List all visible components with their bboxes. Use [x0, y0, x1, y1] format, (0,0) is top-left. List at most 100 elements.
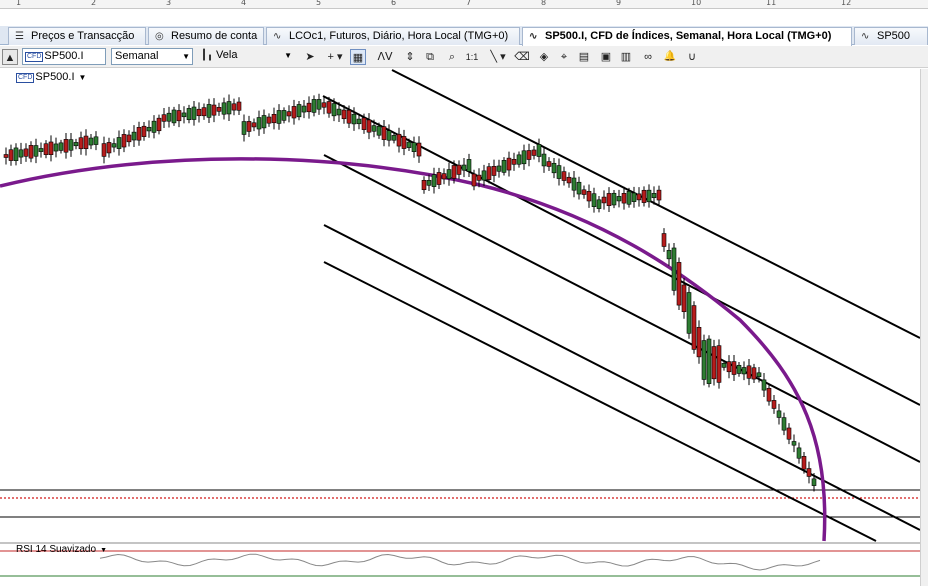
candle-body — [586, 191, 592, 202]
candle-body — [266, 116, 272, 124]
candle-body — [576, 181, 582, 195]
candle-body — [421, 179, 427, 191]
candle-body — [416, 142, 422, 157]
candle-body — [256, 117, 262, 130]
candle-body — [531, 149, 537, 156]
candle-body — [521, 150, 527, 165]
candle-body — [761, 379, 767, 391]
candle-body — [751, 367, 757, 380]
chart-symbol-text: SP500.I — [35, 71, 75, 83]
candle-body — [231, 103, 237, 111]
channel-line — [323, 224, 921, 531]
candle-body — [431, 174, 437, 187]
candle-body — [33, 145, 39, 157]
candle-body — [216, 107, 222, 112]
candle-body — [776, 410, 782, 418]
candle-body — [426, 180, 432, 186]
candle-body — [281, 110, 287, 121]
candle-body — [676, 262, 682, 306]
candle-body — [631, 192, 637, 202]
candle-body — [371, 125, 377, 132]
candle-body — [171, 109, 177, 124]
candle-body — [136, 127, 142, 141]
candle-body — [801, 456, 807, 470]
chevron-down-icon: ▼ — [100, 547, 107, 554]
candle-body — [211, 104, 217, 116]
candle-body — [43, 143, 49, 155]
cfd-badge: CFD — [16, 73, 35, 83]
candle-body — [551, 162, 557, 174]
rsi-label[interactable]: RSI 14 Suavizado ▼ — [16, 544, 107, 555]
candle-body — [126, 134, 132, 143]
candle-body — [121, 134, 127, 148]
candle-body — [48, 141, 54, 155]
candle-body — [38, 148, 44, 152]
candle-body — [501, 160, 507, 173]
candle-body — [481, 170, 487, 181]
candle-body — [78, 137, 84, 150]
candle-body — [176, 110, 182, 122]
candle-body — [361, 117, 367, 130]
candle-body — [456, 164, 462, 175]
candle-body — [491, 166, 497, 176]
candle-body — [366, 119, 372, 133]
candle-body — [236, 101, 242, 111]
candle-body — [346, 109, 352, 124]
candle-body — [581, 189, 587, 195]
candle-body — [461, 164, 467, 171]
candle-body — [736, 364, 742, 374]
candle-body — [196, 108, 202, 117]
candle-body — [441, 173, 447, 180]
candle-body — [241, 121, 247, 135]
candle-body — [806, 468, 812, 477]
candle-body — [381, 126, 387, 140]
chevron-down-icon[interactable]: ▼ — [79, 73, 87, 82]
candle-body — [73, 142, 79, 147]
candle-body — [756, 372, 762, 377]
candle-body — [276, 110, 282, 124]
candle-body — [791, 441, 797, 446]
chart-symbol-label: CFD SP500.I ▼ — [16, 71, 86, 83]
candle-body — [23, 148, 29, 157]
candle-body — [571, 177, 577, 191]
candle-body — [286, 111, 292, 117]
candle-body — [166, 112, 172, 122]
candle-body — [556, 165, 562, 179]
vertical-scrollbar[interactable] — [920, 69, 928, 586]
candle-body — [301, 105, 307, 113]
candle-body — [706, 338, 712, 384]
candle-body — [746, 365, 752, 379]
candle-body — [716, 345, 722, 383]
candle-body — [406, 141, 412, 148]
candle-body — [506, 157, 512, 171]
channel-line — [323, 261, 877, 542]
candle-body — [661, 233, 667, 247]
candle-body — [451, 165, 457, 179]
candle-body — [401, 136, 407, 149]
candle-body — [386, 130, 392, 141]
candle-body — [13, 147, 19, 161]
candle-body — [606, 193, 612, 206]
candle-body — [591, 193, 597, 207]
candle-body — [356, 118, 362, 125]
candle-body — [636, 193, 642, 201]
candle-body — [311, 99, 317, 113]
candle-body — [246, 121, 252, 132]
candle-body — [321, 102, 327, 108]
candle-body — [616, 196, 622, 202]
candle-body — [53, 143, 59, 152]
candle-body — [641, 189, 647, 203]
candle-body — [701, 340, 707, 380]
candle-body — [93, 136, 99, 145]
candle-body — [436, 172, 442, 185]
candle-body — [646, 189, 652, 203]
candle-body — [651, 193, 657, 199]
candle-body — [261, 115, 267, 129]
candle-body — [486, 166, 492, 180]
candle-body — [106, 142, 112, 154]
candle-body — [536, 144, 542, 157]
channel-line — [391, 69, 921, 339]
chart-canvas — [0, 69, 921, 577]
candle-body — [271, 114, 277, 124]
candle-body — [206, 104, 212, 118]
